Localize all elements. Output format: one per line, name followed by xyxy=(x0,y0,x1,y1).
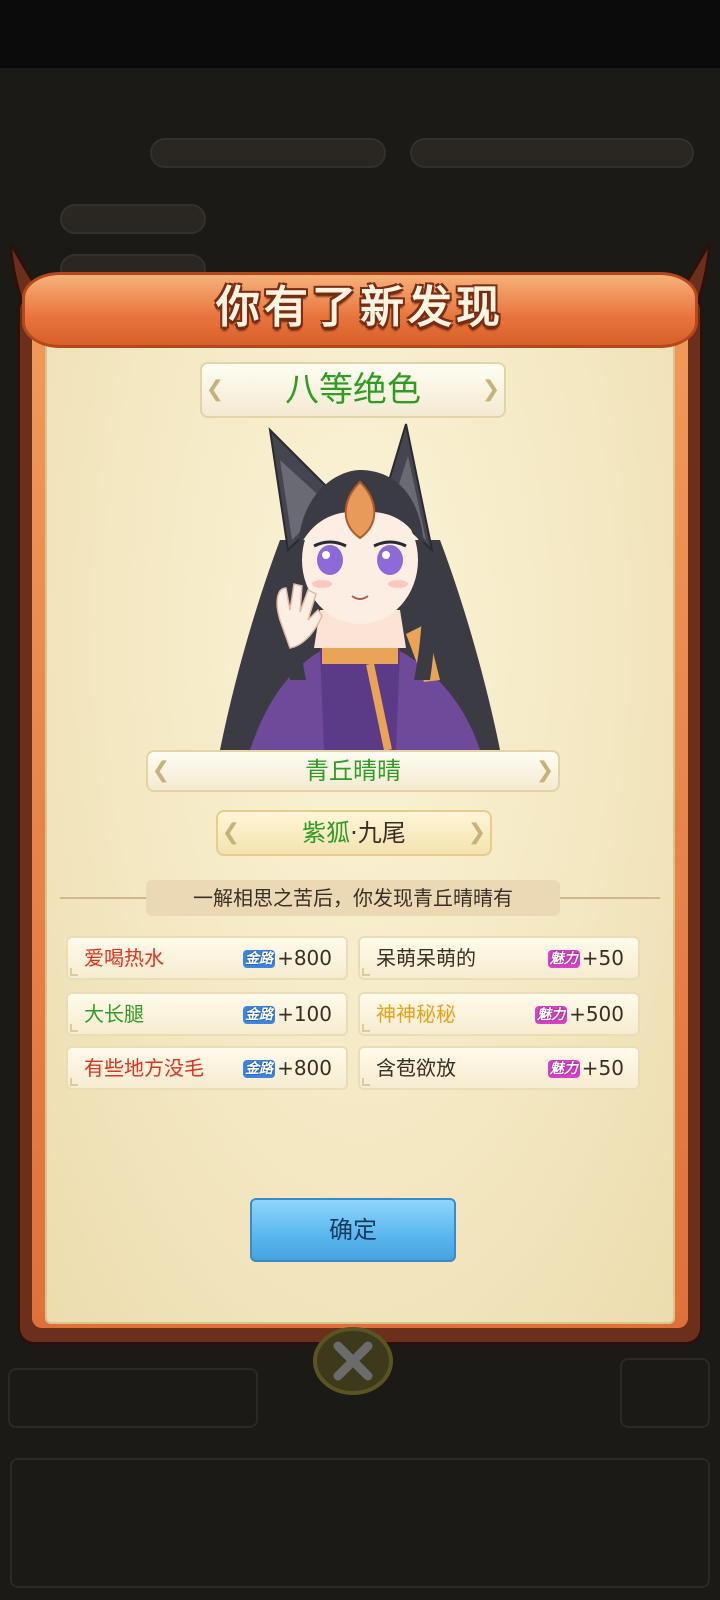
scroll-cap-left-icon: ❮ xyxy=(151,758,171,783)
trait-item: 大长腿 金路 +100 xyxy=(66,992,348,1036)
stat-badge: 魅力 xyxy=(547,1060,580,1078)
trait-item: 爱喝热水 金路 +800 xyxy=(66,936,348,980)
character-title-tag: ❮ 紫狐·九尾 ❯ xyxy=(216,810,492,856)
background-hud-bar xyxy=(150,138,386,168)
trait-item: 含苞欲放 魅力 +50 xyxy=(358,1046,640,1090)
trait-name: 大长腿 xyxy=(84,1002,144,1026)
trait-stat: 金路 +800 xyxy=(243,938,332,978)
background-panel xyxy=(620,1358,710,1428)
stat-value: +800 xyxy=(277,1056,332,1080)
trait-name: 呆萌呆萌的 xyxy=(376,946,476,970)
stat-value: +500 xyxy=(569,1002,624,1026)
trait-name: 有些地方没毛 xyxy=(84,1056,204,1080)
close-icon[interactable] xyxy=(312,1326,394,1396)
scroll-cap-right-icon: ❯ xyxy=(535,758,555,783)
scroll-cap-right-icon: ❯ xyxy=(467,820,487,845)
stat-value: +50 xyxy=(581,1056,624,1080)
trait-stat: 金路 +100 xyxy=(243,994,332,1034)
trait-corner-icon xyxy=(362,968,370,976)
trait-stat: 魅力 +50 xyxy=(547,1048,624,1088)
trait-item: 有些地方没毛 金路 +800 xyxy=(66,1046,348,1090)
trait-name: 含苞欲放 xyxy=(376,1056,456,1080)
stat-badge: 魅力 xyxy=(535,1006,568,1024)
trait-stat: 魅力 +50 xyxy=(547,938,624,978)
character-name: 青丘晴晴 xyxy=(305,757,401,785)
stat-badge: 金路 xyxy=(243,1060,276,1078)
background-panel xyxy=(10,1458,710,1588)
background-hud-bar xyxy=(60,204,206,234)
confirm-button[interactable]: 确定 xyxy=(250,1198,456,1262)
trait-stat: 魅力 +500 xyxy=(535,994,624,1034)
trait-name: 神神秘秘 xyxy=(376,1002,456,1026)
character-name-label: ❮ 青丘晴晴 ❯ xyxy=(146,750,560,792)
rank-text: 八等绝色 xyxy=(285,370,421,410)
stat-badge: 金路 xyxy=(243,950,276,968)
scroll-cap-left-icon: ❮ xyxy=(205,377,225,402)
character-portrait xyxy=(220,423,500,750)
stat-value: +100 xyxy=(277,1002,332,1026)
trait-name: 爱喝热水 xyxy=(84,946,164,970)
rank-label: ❮ 八等绝色 ❯ xyxy=(200,362,506,418)
dialog-title: 你有了新发现 xyxy=(216,282,504,333)
trait-stat: 金路 +800 xyxy=(243,1048,332,1088)
stat-value: +50 xyxy=(581,946,624,970)
game-screen: 你有了新发现 ❮ 八等绝色 ❯ ❮ 青丘晴晴 ❯ ❮ 紫狐·九尾 ❯ 一解相思之… xyxy=(0,0,720,1600)
trait-corner-icon xyxy=(362,1078,370,1086)
trait-corner-icon xyxy=(70,1078,78,1086)
background-hud-bar xyxy=(410,138,694,168)
background-panel xyxy=(8,1368,258,1428)
trait-item: 神神秘秘 魅力 +500 xyxy=(358,992,640,1036)
scroll-cap-left-icon: ❮ xyxy=(221,820,241,845)
trait-corner-icon xyxy=(70,968,78,976)
trait-corner-icon xyxy=(70,1024,78,1032)
scroll-cap-right-icon: ❯ xyxy=(481,377,501,402)
stat-value: +800 xyxy=(277,946,332,970)
discover-text: 一解相思之苦后，你发现青丘晴晴有 xyxy=(146,880,560,916)
trait-corner-icon xyxy=(362,1024,370,1032)
divider-line-right xyxy=(560,897,660,899)
divider-line-left xyxy=(60,897,160,899)
trait-item: 呆萌呆萌的 魅力 +50 xyxy=(358,936,640,980)
title-tag-green: 紫狐 xyxy=(302,819,351,847)
stat-badge: 金路 xyxy=(243,1006,276,1024)
stat-badge: 魅力 xyxy=(547,950,580,968)
title-tag-black: ·九尾 xyxy=(350,819,406,847)
